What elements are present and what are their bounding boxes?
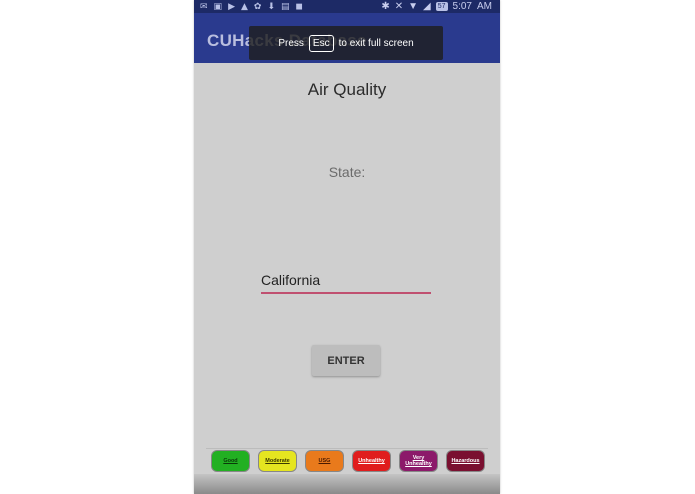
download-icon: ⬇ <box>267 1 275 12</box>
am-pm: AM <box>477 1 492 12</box>
signal-icon: ◢ <box>423 1 431 12</box>
state-label: State: <box>328 164 366 180</box>
video-icon: ▶ <box>228 1 235 12</box>
photos-icon: ✿ <box>253 1 262 12</box>
fullscreen-notice-prefix: Press <box>278 37 304 49</box>
aqi-chip-unhealthy[interactable]: Unhealthy <box>353 451 390 471</box>
aqi-chip-very-unhealthy[interactable]: Very Unhealthy <box>400 451 437 471</box>
aqi-legend: Good Moderate USG Unhealthy Very Unhealt… <box>212 451 484 473</box>
phone-screen: ✉ ▣ ▶ ▲ ✿ ⬇ ▤ ◼ ✱ ✕ ▼ ◢ 57 5:07 AM CUHac… <box>194 0 500 494</box>
fullscreen-notice-suffix: to exit full screen <box>338 37 414 49</box>
navigation-bar <box>194 474 500 494</box>
app-icon: ◼ <box>295 1 303 12</box>
mute-icon: ✕ <box>394 1 404 12</box>
system-status: ✱ ✕ ▼ ◢ 57 5:07 AM <box>381 0 492 13</box>
battery-icon: 57 <box>435 2 448 11</box>
wifi-icon: ▼ <box>408 1 419 12</box>
enter-button[interactable]: ENTER <box>312 345 380 376</box>
drive-icon: ▲ <box>240 1 248 12</box>
bluetooth-icon: ✱ <box>381 1 390 12</box>
state-input[interactable] <box>261 268 431 294</box>
clock: 5:07 <box>452 1 472 12</box>
aqi-chip-hazardous[interactable]: Hazardous <box>447 451 484 471</box>
bag-icon: ▤ <box>281 1 290 12</box>
legend-divider <box>206 448 488 449</box>
message-icon: ✉ <box>200 1 208 12</box>
esc-key-badge: Esc <box>308 34 334 52</box>
aqi-chip-moderate[interactable]: Moderate <box>259 451 296 471</box>
aqi-chip-good[interactable]: Good <box>212 451 249 471</box>
fullscreen-notice: Press Esc to exit full screen <box>249 26 443 60</box>
page-title: Air Quality <box>307 80 387 99</box>
status-bar: ✉ ▣ ▶ ▲ ✿ ⬇ ▤ ◼ ✱ ✕ ▼ ◢ 57 5:07 AM <box>194 0 500 13</box>
gallery-icon: ▣ <box>213 1 223 12</box>
notification-icons: ✉ ▣ ▶ ▲ ✿ ⬇ ▤ ◼ <box>200 0 303 13</box>
aqi-chip-usg[interactable]: USG <box>306 451 343 471</box>
